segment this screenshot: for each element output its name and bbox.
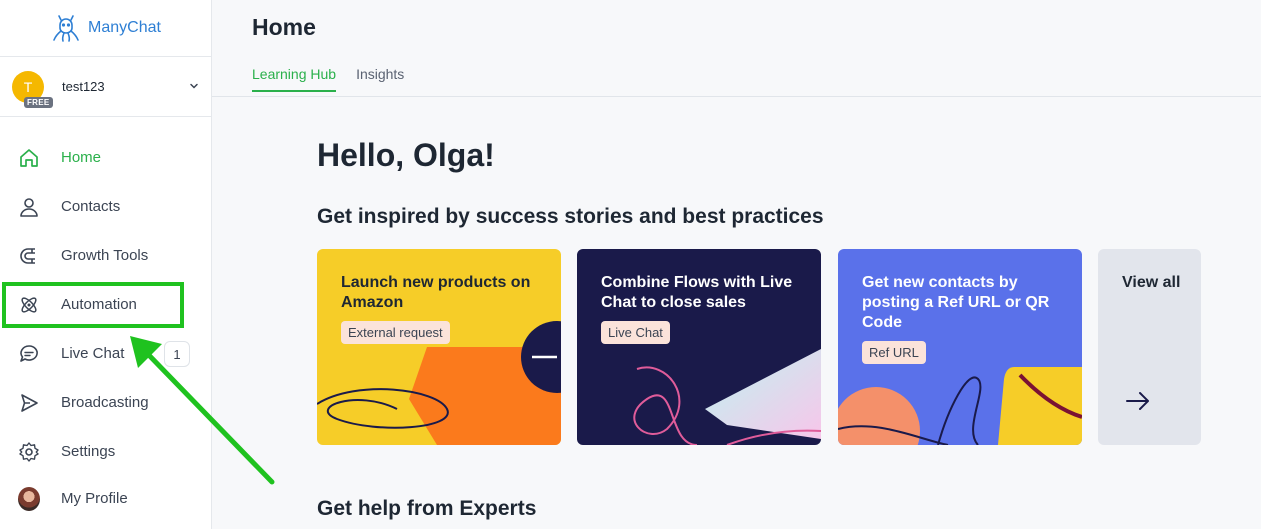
account-switcher[interactable]: T FREE test123 xyxy=(0,57,211,117)
story-card-amazon[interactable]: Launch new products on Amazon External r… xyxy=(317,249,561,445)
avatar xyxy=(18,486,40,511)
experts-section-title: Get help from Experts xyxy=(317,497,537,520)
sidebar-item-label: Contacts xyxy=(61,198,121,215)
sidebar-item-label: Live Chat xyxy=(61,345,125,362)
brand[interactable]: ManyChat xyxy=(0,0,211,57)
card-title: Combine Flows with Live Chat to close sa… xyxy=(601,274,793,311)
arrow-right-icon xyxy=(1126,392,1149,410)
profile-avatar xyxy=(18,486,40,511)
magnet-icon xyxy=(18,245,40,267)
sidebar-item-label: My Profile xyxy=(61,490,128,507)
chat-bubble-icon xyxy=(18,343,40,365)
card-title: Get new contacts by posting a Ref URL or… xyxy=(862,274,1050,331)
card-title: Launch new products on Amazon xyxy=(341,274,531,311)
card-tag: Ref URL xyxy=(862,341,926,364)
account-avatar: T FREE xyxy=(12,70,53,108)
inspired-section-title: Get inspired by success stories and best… xyxy=(317,205,824,228)
plan-badge: FREE xyxy=(24,96,53,108)
card-title: View all xyxy=(1122,274,1181,291)
person-icon xyxy=(18,196,40,218)
tab-insights[interactable]: Insights xyxy=(356,66,404,92)
card-tag: Live Chat xyxy=(601,321,670,344)
send-icon xyxy=(18,392,40,414)
sidebar-item-label: Home xyxy=(61,149,102,166)
page-title: Home xyxy=(252,14,316,40)
chevron-down-icon[interactable] xyxy=(187,79,201,93)
sidebar-item-contacts[interactable]: Contacts xyxy=(0,182,211,231)
view-all-card[interactable]: View all xyxy=(1098,249,1201,445)
card-tag: External request xyxy=(341,321,450,344)
sidebar-item-home[interactable]: Home xyxy=(0,133,211,182)
greeting: Hello, Olga! xyxy=(317,137,495,173)
brand-name: ManyChat xyxy=(88,19,161,36)
story-card-ref-url[interactable]: Get new contacts by posting a Ref URL or… xyxy=(838,249,1082,445)
story-card-live-chat[interactable]: Combine Flows with Live Chat to close sa… xyxy=(577,249,821,445)
page-tabs: Learning Hub Insights xyxy=(252,66,404,92)
page-header: Home Learning Hub Insights xyxy=(212,0,1261,97)
gear-icon xyxy=(18,441,40,463)
pointer-arrow-annotation xyxy=(130,336,275,485)
automation-highlight-box xyxy=(2,282,184,328)
home-icon xyxy=(18,147,40,169)
account-name: test123 xyxy=(62,79,105,94)
sidebar-item-label: Settings xyxy=(61,443,116,460)
sidebar-item-growth-tools[interactable]: Growth Tools xyxy=(0,231,211,280)
sidebar-item-label: Growth Tools xyxy=(61,247,149,264)
octopus-logo-icon xyxy=(53,15,79,42)
account-initial: T xyxy=(23,78,33,95)
main-content: Home Learning Hub Insights Hello, Olga! … xyxy=(212,0,1261,529)
tab-learning-hub[interactable]: Learning Hub xyxy=(252,66,337,92)
